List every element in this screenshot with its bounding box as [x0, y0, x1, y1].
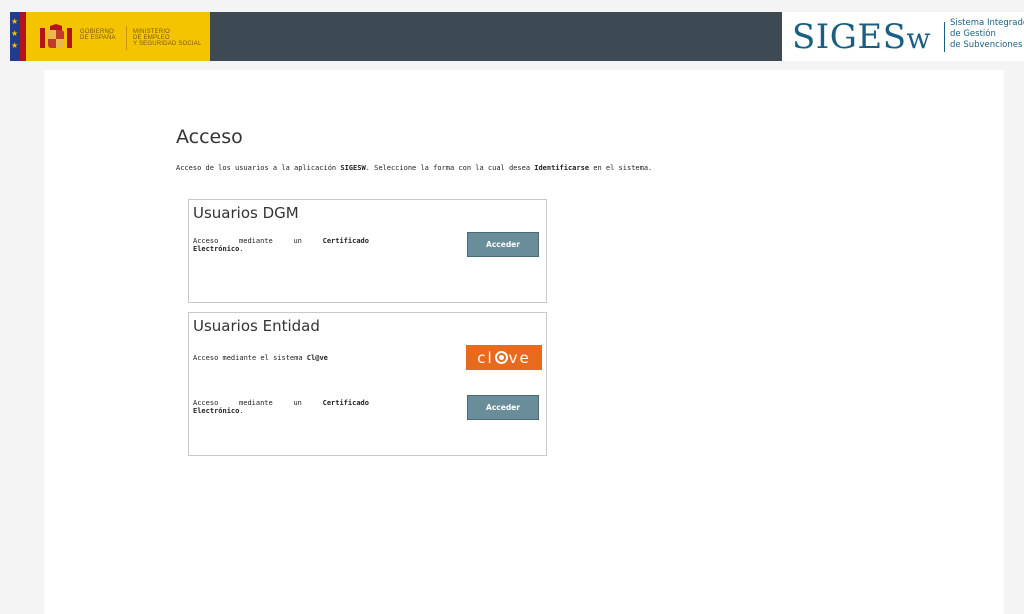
cert-word: mediante	[239, 399, 273, 407]
sigesw-wordmark: SIGESw	[792, 17, 931, 59]
dgm-certificate-text: Acceso mediante un Certificado Electróni…	[193, 237, 369, 253]
cert-word: Acceso	[193, 399, 219, 407]
government-logo[interactable]: ★ ★ ★ GOBIERNO DE ESPAÑA MINISTERIO DE E…	[10, 12, 210, 61]
app-logo-divider	[944, 22, 945, 52]
dgm-box-title: Usuarios DGM	[193, 204, 299, 222]
cert-word-bold: Certificado	[322, 399, 369, 407]
cert-end: .	[239, 407, 244, 415]
intro-text-part: . Seleccione la forma con la cual desea	[365, 164, 535, 172]
star-icon: ★	[11, 29, 19, 38]
eu-flag-strip: ★ ★ ★	[10, 12, 20, 61]
gov-line-2: DE ESPAÑA	[80, 35, 116, 41]
top-header: ★ ★ ★ GOBIERNO DE ESPAÑA MINISTERIO DE E…	[10, 12, 1024, 61]
cert-end: .	[239, 245, 244, 253]
app-desc-line-3: de Subvenciones	[950, 40, 1023, 50]
sigesw-wordmark-w: w	[906, 22, 931, 55]
intro-text-part: en el sistema.	[589, 164, 653, 172]
cert-word-bold: Electrónico	[193, 407, 240, 415]
star-icon: ★	[11, 41, 19, 50]
intro-text-part: Acceso de los usuarios a la aplicación	[176, 164, 341, 172]
dgm-users-box: Usuarios DGM Acceso mediante un Certific…	[188, 199, 547, 303]
entity-users-box: Usuarios Entidad Acceso mediante el sist…	[188, 312, 547, 456]
cert-word: un	[293, 237, 302, 245]
cert-word: Acceso	[193, 237, 219, 245]
sigesw-wordmark-main: SIGES	[792, 17, 907, 57]
app-description: Sistema Integrado de Gestión de Subvenci…	[950, 18, 1024, 51]
intro-app-name: SIGESW	[340, 164, 366, 172]
intro-text: Acceso de los usuarios a la aplicación S…	[176, 164, 652, 172]
cert-word: mediante	[239, 237, 273, 245]
clave-name: Cl@ve	[306, 354, 328, 362]
coat-of-arms-icon	[40, 24, 72, 48]
government-text: GOBIERNO DE ESPAÑA	[80, 29, 116, 41]
clave-at-icon	[494, 351, 508, 364]
page-title: Acceso	[176, 126, 243, 148]
flag-red-strip	[20, 12, 26, 61]
clave-logo-text: ve	[508, 348, 531, 367]
clave-access-text: Acceso mediante el sistema Cl@ve	[193, 354, 328, 362]
star-icon: ★	[11, 17, 19, 26]
logo-divider	[126, 26, 127, 50]
app-desc-line-2: de Gestión	[950, 29, 996, 39]
ministry-line-3: Y SEGURIDAD SOCIAL	[133, 41, 202, 47]
ministry-text: MINISTERIO DE EMPLEO Y SEGURIDAD SOCIAL	[133, 29, 202, 47]
cert-word-bold: Certificado	[322, 237, 369, 245]
main-panel: Acceso Acceso de los usuarios a la aplic…	[44, 70, 1004, 614]
entity-certificate-text: Acceso mediante un Certificado Electróni…	[193, 399, 369, 415]
entity-acceder-button[interactable]: Acceder	[467, 395, 539, 420]
cert-word: un	[293, 399, 302, 407]
cert-word-bold: Electrónico	[193, 245, 240, 253]
intro-identify: Identificarse	[534, 164, 590, 172]
entity-box-title: Usuarios Entidad	[193, 317, 320, 335]
clave-access-text-part: Acceso mediante el sistema	[193, 354, 307, 362]
app-logo[interactable]: SIGESw Sistema Integrado de Gestión de S…	[782, 12, 1024, 61]
dgm-acceder-button[interactable]: Acceder	[467, 232, 539, 257]
clave-login-button[interactable]: cl ve	[466, 345, 542, 370]
clave-logo-text: cl	[477, 348, 494, 367]
app-desc-line-1: Sistema Integrado	[950, 18, 1024, 28]
